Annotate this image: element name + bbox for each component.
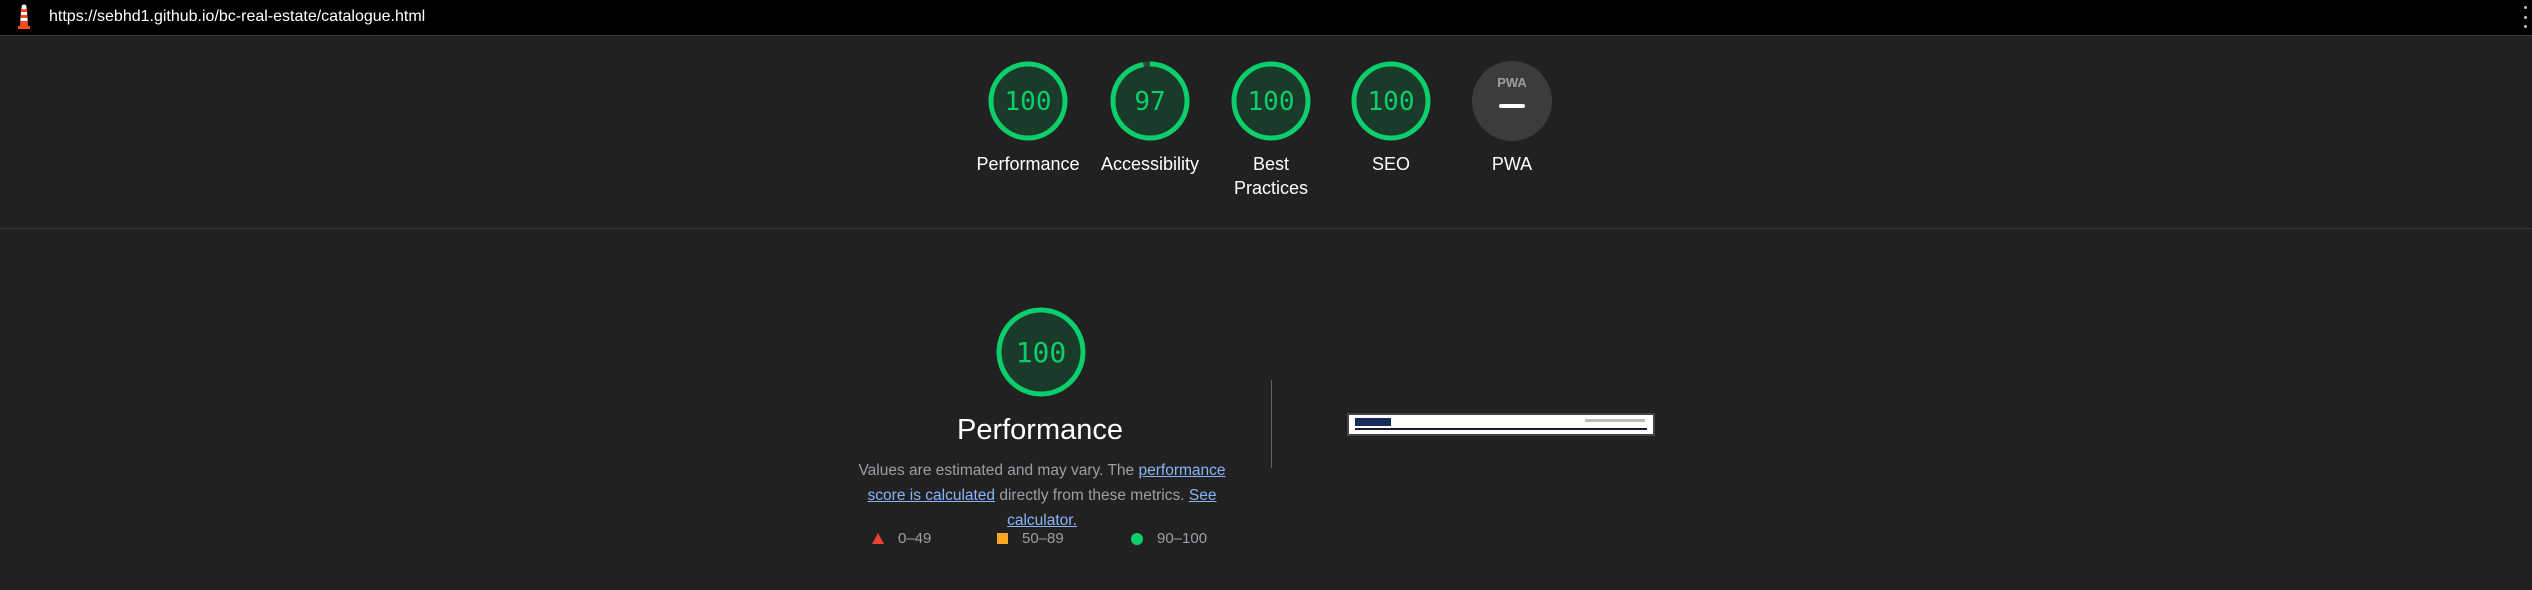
- gauge-label: Performance: [976, 154, 1080, 174]
- page-screenshot-thumbnail[interactable]: [1347, 413, 1655, 436]
- more-options-icon[interactable]: [2522, 6, 2528, 28]
- pwa-badge-icon: PWA: [1472, 61, 1552, 141]
- legend-fail: 0–49: [872, 530, 931, 547]
- legend-pass: 90–100: [1131, 530, 1207, 547]
- category-gauges: 100 Performance 97 Accessibility 100 Bes…: [0, 60, 2532, 230]
- thumbnail-logo: [1355, 418, 1391, 426]
- performance-score-gauge: 100: [996, 307, 1086, 397]
- score-ring: 97: [1110, 61, 1190, 141]
- gauge-label: PWA: [1491, 154, 1533, 174]
- gauge-seo[interactable]: 100 SEO: [1326, 60, 1456, 176]
- gauge-best-practices[interactable]: 100 Best Practices: [1206, 60, 1336, 200]
- gauge-label: SEO: [1371, 154, 1410, 174]
- score-value: 100: [1005, 87, 1052, 117]
- square-icon: [997, 533, 1008, 544]
- legend-label: 90–100: [1157, 530, 1208, 547]
- browser-bar: https://sebhd1.github.io/bc-real-estate/…: [0, 0, 2532, 36]
- description-text: directly from these metrics.: [995, 487, 1189, 504]
- gauge-label: Accessibility: [1100, 154, 1200, 174]
- score-ring: 100: [1351, 61, 1431, 141]
- vertical-divider: [1271, 380, 1272, 468]
- thumbnail-nav: [1585, 419, 1645, 422]
- score-value: 100: [1368, 87, 1415, 117]
- gauge-pwa[interactable]: PWA PWA: [1447, 60, 1577, 176]
- legend-average: 50–89: [997, 530, 1064, 547]
- performance-score-value: 100: [1016, 336, 1067, 369]
- legend-label: 50–89: [1022, 530, 1064, 547]
- section-divider: [0, 228, 2532, 229]
- score-ring: 100: [1231, 61, 1311, 141]
- lighthouse-logo-icon: [14, 4, 34, 30]
- score-ring: 100: [988, 61, 1068, 141]
- performance-description: Values are estimated and may vary. The p…: [846, 458, 1238, 533]
- gauge-accessibility[interactable]: 97 Accessibility: [1085, 60, 1215, 176]
- thumbnail-rule: [1355, 428, 1647, 430]
- pwa-logo-text: PWA: [1497, 75, 1527, 90]
- score-legend: 0–49 50–89 90–100: [0, 530, 2532, 550]
- circle-icon: [1131, 532, 1143, 545]
- score-value: 97: [1134, 87, 1165, 117]
- legend-label: 0–49: [898, 530, 932, 547]
- page-url[interactable]: https://sebhd1.github.io/bc-real-estate/…: [49, 8, 425, 26]
- gauge-performance[interactable]: 100 Performance: [963, 60, 1093, 176]
- gauge-label: Best Practices: [1233, 154, 1309, 198]
- triangle-icon: [872, 533, 884, 544]
- score-value: 100: [1248, 87, 1295, 117]
- description-text: Values are estimated and may vary. The: [858, 462, 1139, 479]
- performance-title: Performance: [956, 414, 1123, 446]
